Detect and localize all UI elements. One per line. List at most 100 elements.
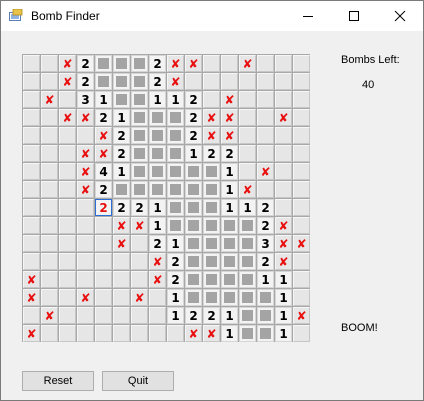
hidden-cell[interactable] [95,271,112,288]
reset-button[interactable]: Reset [22,371,94,391]
hidden-cell[interactable] [293,325,310,342]
hidden-cell[interactable] [293,253,310,270]
mine-cell[interactable]: ✘ [131,289,148,306]
hidden-cell[interactable] [113,289,130,306]
hidden-cell[interactable] [41,109,58,126]
hidden-cell[interactable] [95,253,112,270]
blank-revealed-cell[interactable] [149,145,166,162]
hidden-cell[interactable] [41,235,58,252]
hidden-cell[interactable] [257,127,274,144]
number-cell[interactable]: 2 [185,127,202,144]
hidden-cell[interactable] [149,307,166,324]
blank-revealed-cell[interactable] [149,109,166,126]
hidden-cell[interactable] [131,307,148,324]
hidden-cell[interactable] [59,325,76,342]
blank-revealed-cell[interactable] [239,307,256,324]
blank-revealed-cell[interactable] [257,289,274,306]
mine-cell[interactable]: ✘ [185,55,202,72]
blank-revealed-cell[interactable] [149,181,166,198]
number-cell[interactable]: 2 [167,253,184,270]
hidden-cell[interactable] [95,235,112,252]
number-cell[interactable]: 2 [167,271,184,288]
blank-revealed-cell[interactable] [131,109,148,126]
hidden-cell[interactable] [239,163,256,180]
hidden-cell[interactable] [293,181,310,198]
blank-revealed-cell[interactable] [131,55,148,72]
hidden-cell[interactable] [293,91,310,108]
hidden-cell[interactable] [275,145,292,162]
mine-cell[interactable]: ✘ [293,307,310,324]
number-cell[interactable]: 1 [167,235,184,252]
hidden-cell[interactable] [113,307,130,324]
hidden-cell[interactable] [95,217,112,234]
mine-cell[interactable]: ✘ [167,55,184,72]
mine-cell[interactable]: ✘ [77,145,94,162]
number-cell[interactable]: 1 [185,145,202,162]
hidden-cell[interactable] [23,145,40,162]
hidden-cell[interactable] [275,73,292,90]
hidden-cell[interactable] [59,91,76,108]
number-cell[interactable]: 2 [221,145,238,162]
hidden-cell[interactable] [293,217,310,234]
hidden-cell[interactable] [77,235,94,252]
number-cell[interactable]: 1 [275,325,292,342]
hidden-cell[interactable] [257,73,274,90]
hidden-cell[interactable] [113,271,130,288]
hidden-cell[interactable] [77,271,94,288]
mine-cell[interactable]: ✘ [95,145,112,162]
hidden-cell[interactable] [95,289,112,306]
number-cell[interactable]: 1 [275,289,292,306]
blank-revealed-cell[interactable] [221,289,238,306]
number-cell[interactable]: 1 [95,91,112,108]
hidden-cell[interactable] [149,289,166,306]
hidden-cell[interactable] [23,217,40,234]
hidden-cell[interactable] [113,253,130,270]
mine-cell[interactable]: ✘ [77,163,94,180]
number-cell[interactable]: 1 [113,163,130,180]
maximize-button[interactable] [331,1,377,31]
hidden-cell[interactable] [257,55,274,72]
blank-revealed-cell[interactable] [131,145,148,162]
blank-revealed-cell[interactable] [239,325,256,342]
hidden-cell[interactable] [77,307,94,324]
blank-revealed-cell[interactable] [113,181,130,198]
hidden-cell[interactable] [293,199,310,216]
blank-revealed-cell[interactable] [239,289,256,306]
hidden-cell[interactable] [167,325,184,342]
blank-revealed-cell[interactable] [167,163,184,180]
blank-revealed-cell[interactable] [167,181,184,198]
blank-revealed-cell[interactable] [239,271,256,288]
blank-revealed-cell[interactable] [221,271,238,288]
number-cell[interactable]: 2 [149,235,166,252]
hidden-cell[interactable] [77,199,94,216]
blank-revealed-cell[interactable] [185,235,202,252]
blank-revealed-cell[interactable] [131,91,148,108]
mine-cell[interactable]: ✘ [59,109,76,126]
hidden-cell[interactable] [203,73,220,90]
blank-revealed-cell[interactable] [239,235,256,252]
hidden-cell[interactable] [23,307,40,324]
number-cell[interactable]: 1 [257,271,274,288]
hidden-cell[interactable] [239,127,256,144]
hidden-cell[interactable] [23,91,40,108]
hidden-cell[interactable] [77,253,94,270]
mine-cell[interactable]: ✘ [203,127,220,144]
mine-cell[interactable]: ✘ [275,235,292,252]
blank-revealed-cell[interactable] [257,307,274,324]
hidden-cell[interactable] [239,145,256,162]
quit-button[interactable]: Quit [102,371,174,391]
blank-revealed-cell[interactable] [131,163,148,180]
hidden-cell[interactable] [59,127,76,144]
mine-cell[interactable]: ✘ [77,289,94,306]
hidden-cell[interactable] [41,217,58,234]
hidden-cell[interactable] [257,145,274,162]
number-cell[interactable]: 1 [113,109,130,126]
blank-revealed-cell[interactable] [239,253,256,270]
number-cell[interactable]: 2 [185,91,202,108]
blank-revealed-cell[interactable] [113,73,130,90]
number-cell[interactable]: 1 [275,271,292,288]
hidden-cell[interactable] [41,55,58,72]
hidden-cell[interactable] [23,235,40,252]
hidden-cell[interactable] [23,127,40,144]
number-cell[interactable]: 1 [221,325,238,342]
